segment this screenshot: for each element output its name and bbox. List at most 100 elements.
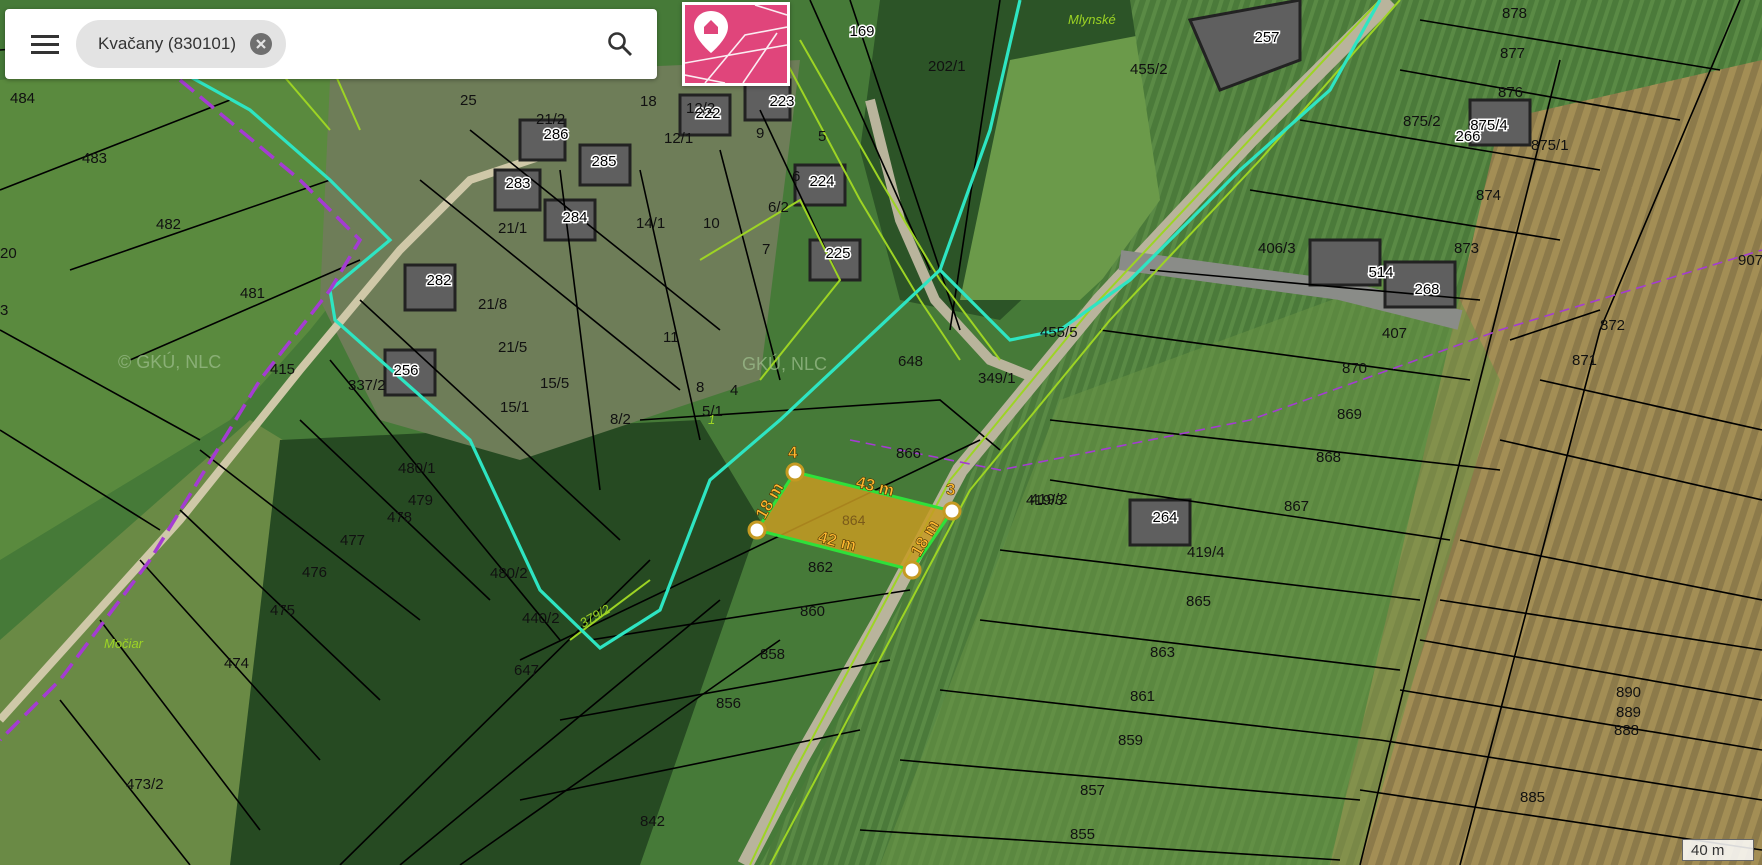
parcel-number-label: 349/1 bbox=[978, 370, 1016, 387]
parcel-number-label: 867 bbox=[1284, 498, 1309, 515]
vertex-handle[interactable] bbox=[902, 560, 922, 580]
parcel-number-label: 10 bbox=[703, 215, 720, 232]
parcel-number-label: 8 bbox=[696, 379, 704, 396]
parcel-number-label: 6/2 bbox=[768, 199, 789, 216]
svg-text:285: 285 bbox=[591, 153, 616, 170]
parcel-number-label: 648 bbox=[898, 353, 923, 370]
svg-text:169: 169 bbox=[849, 23, 874, 40]
parcel-number-label: 406/3 bbox=[1258, 240, 1296, 257]
building-number-label: 268 bbox=[1413, 280, 1441, 300]
map-watermark: © GKÚ, NLC bbox=[118, 351, 221, 372]
parcel-number-label: 860 bbox=[800, 603, 825, 620]
parcel-number-label: 477 bbox=[340, 532, 365, 549]
building-number-label: 514 bbox=[1367, 263, 1395, 283]
parcel-number-label: 12/1 bbox=[664, 130, 693, 147]
parcel-number-label: 7 bbox=[762, 241, 770, 258]
parcel-number-label: 857 bbox=[1080, 782, 1105, 799]
cadastral-map[interactable]: 4 3 43 m 18 m 42 m 18 m 864 © GKÚ, NLC G… bbox=[0, 0, 1762, 865]
parcel-number-label: 863 bbox=[1150, 644, 1175, 661]
parcel-number-label: 889 bbox=[1616, 704, 1641, 721]
parcel-number-label: 885 bbox=[1520, 789, 1545, 806]
svg-text:283: 283 bbox=[505, 175, 530, 192]
parcel-number-label: 474 bbox=[224, 655, 249, 672]
parcel-number-label: 874 bbox=[1476, 187, 1501, 204]
vertex-handle[interactable] bbox=[747, 520, 767, 540]
layer-switch-button[interactable] bbox=[682, 2, 790, 86]
building-number-label: 225 bbox=[824, 244, 852, 264]
parcel-number-label: 21/5 bbox=[498, 339, 527, 356]
parcel-number-label: 479 bbox=[408, 492, 433, 509]
building-number-label: 282 bbox=[425, 271, 453, 291]
building-number-label: 224 bbox=[808, 172, 836, 192]
vertex-label: 3 bbox=[946, 480, 955, 499]
search-panel: Kvačany (830101) bbox=[5, 9, 657, 79]
parcel-number-label: 473/2 bbox=[126, 776, 164, 793]
parcel-number-label: 842 bbox=[640, 813, 665, 830]
parcel-number-label: 21/2 bbox=[536, 111, 565, 128]
parcel-number-label: 4 bbox=[730, 382, 738, 399]
location-chip[interactable]: Kvačany (830101) bbox=[76, 20, 286, 68]
svg-text:268: 268 bbox=[1414, 281, 1439, 298]
parcel-number-label: 480/1 bbox=[398, 460, 436, 477]
parcel-number-label: 873 bbox=[1454, 240, 1479, 257]
parcel-number-label: 647 bbox=[514, 662, 539, 679]
parcel-number-label: 871 bbox=[1572, 352, 1597, 369]
parcel-number-label: 877 bbox=[1500, 45, 1525, 62]
building-number-label: 285 bbox=[590, 152, 618, 172]
parcel-number-label: 858 bbox=[760, 646, 785, 663]
parcel-number-label: 9 bbox=[756, 125, 764, 142]
search-button[interactable] bbox=[601, 25, 639, 63]
map-pin-layer-icon bbox=[685, 5, 787, 83]
svg-text:Močiar: Močiar bbox=[104, 636, 144, 651]
parcel-number-label: 5/1 bbox=[702, 403, 723, 420]
building-number-label: 875/4 bbox=[1469, 116, 1510, 136]
parcel-number-label: 859 bbox=[1118, 732, 1143, 749]
svg-text:875/4: 875/4 bbox=[1470, 117, 1508, 134]
parcel-number-label: 21/8 bbox=[478, 296, 507, 313]
parcel-number-label: 875/2 bbox=[1403, 113, 1441, 130]
parcel-number-label: 21/1 bbox=[498, 220, 527, 237]
svg-text:284: 284 bbox=[562, 209, 587, 226]
chip-clear-button[interactable] bbox=[249, 33, 272, 55]
svg-text:257: 257 bbox=[1254, 29, 1279, 46]
parcel-number-label: 15/1 bbox=[500, 399, 529, 416]
parcel-number-label: 20 bbox=[0, 245, 17, 262]
svg-text:Mlynské: Mlynské bbox=[1068, 12, 1116, 27]
close-circle-icon bbox=[256, 39, 266, 49]
parcel-number-label: 870 bbox=[1342, 360, 1367, 377]
parcel-number-label: 890 bbox=[1616, 684, 1641, 701]
parcel-number-label: 856 bbox=[716, 695, 741, 712]
svg-text:256: 256 bbox=[393, 362, 418, 379]
parcel-number-label: 337/2 bbox=[348, 377, 386, 394]
vertex-label: 4 bbox=[788, 443, 798, 462]
building-number-label: 286 bbox=[542, 125, 570, 145]
map-scale: 40 m bbox=[1682, 839, 1754, 861]
selected-parcel-number: 864 bbox=[842, 512, 866, 528]
parcel-number-label: 482 bbox=[156, 216, 181, 233]
building-number-label: 257 bbox=[1253, 28, 1281, 48]
parcel-number-label: 3 bbox=[0, 302, 8, 319]
parcel-number-label: 5 bbox=[818, 128, 826, 145]
parcel-number-label: 419/4 bbox=[1187, 544, 1225, 561]
building-number-label: 256 bbox=[392, 361, 420, 381]
parcel-number-label: 907 bbox=[1738, 252, 1762, 269]
parcel-number-label: 875/1 bbox=[1531, 137, 1569, 154]
scale-label: 40 m bbox=[1691, 841, 1725, 859]
vertex-handle[interactable] bbox=[942, 501, 962, 521]
parcel-number-label: 202/1 bbox=[928, 58, 966, 75]
parcel-number-label: 440/2 bbox=[522, 610, 560, 627]
magnifier-icon bbox=[608, 32, 632, 56]
vertex-handle[interactable] bbox=[785, 462, 805, 482]
building-number-label: 283 bbox=[504, 174, 532, 194]
svg-text:224: 224 bbox=[809, 173, 834, 190]
parcel-number-label: 478 bbox=[387, 509, 412, 526]
parcel-number-label: 481 bbox=[240, 285, 265, 302]
parcel-number-label: 865 bbox=[1186, 593, 1211, 610]
menu-button[interactable] bbox=[19, 23, 71, 65]
parcel-number-label: 407 bbox=[1382, 325, 1407, 342]
parcel-number-label: 475 bbox=[270, 602, 295, 619]
building-number-label: 223 bbox=[768, 92, 796, 112]
svg-text:286: 286 bbox=[543, 126, 568, 143]
parcel-number-label: 18 bbox=[640, 93, 657, 110]
parcel-number-label: 12/2 bbox=[686, 100, 715, 117]
